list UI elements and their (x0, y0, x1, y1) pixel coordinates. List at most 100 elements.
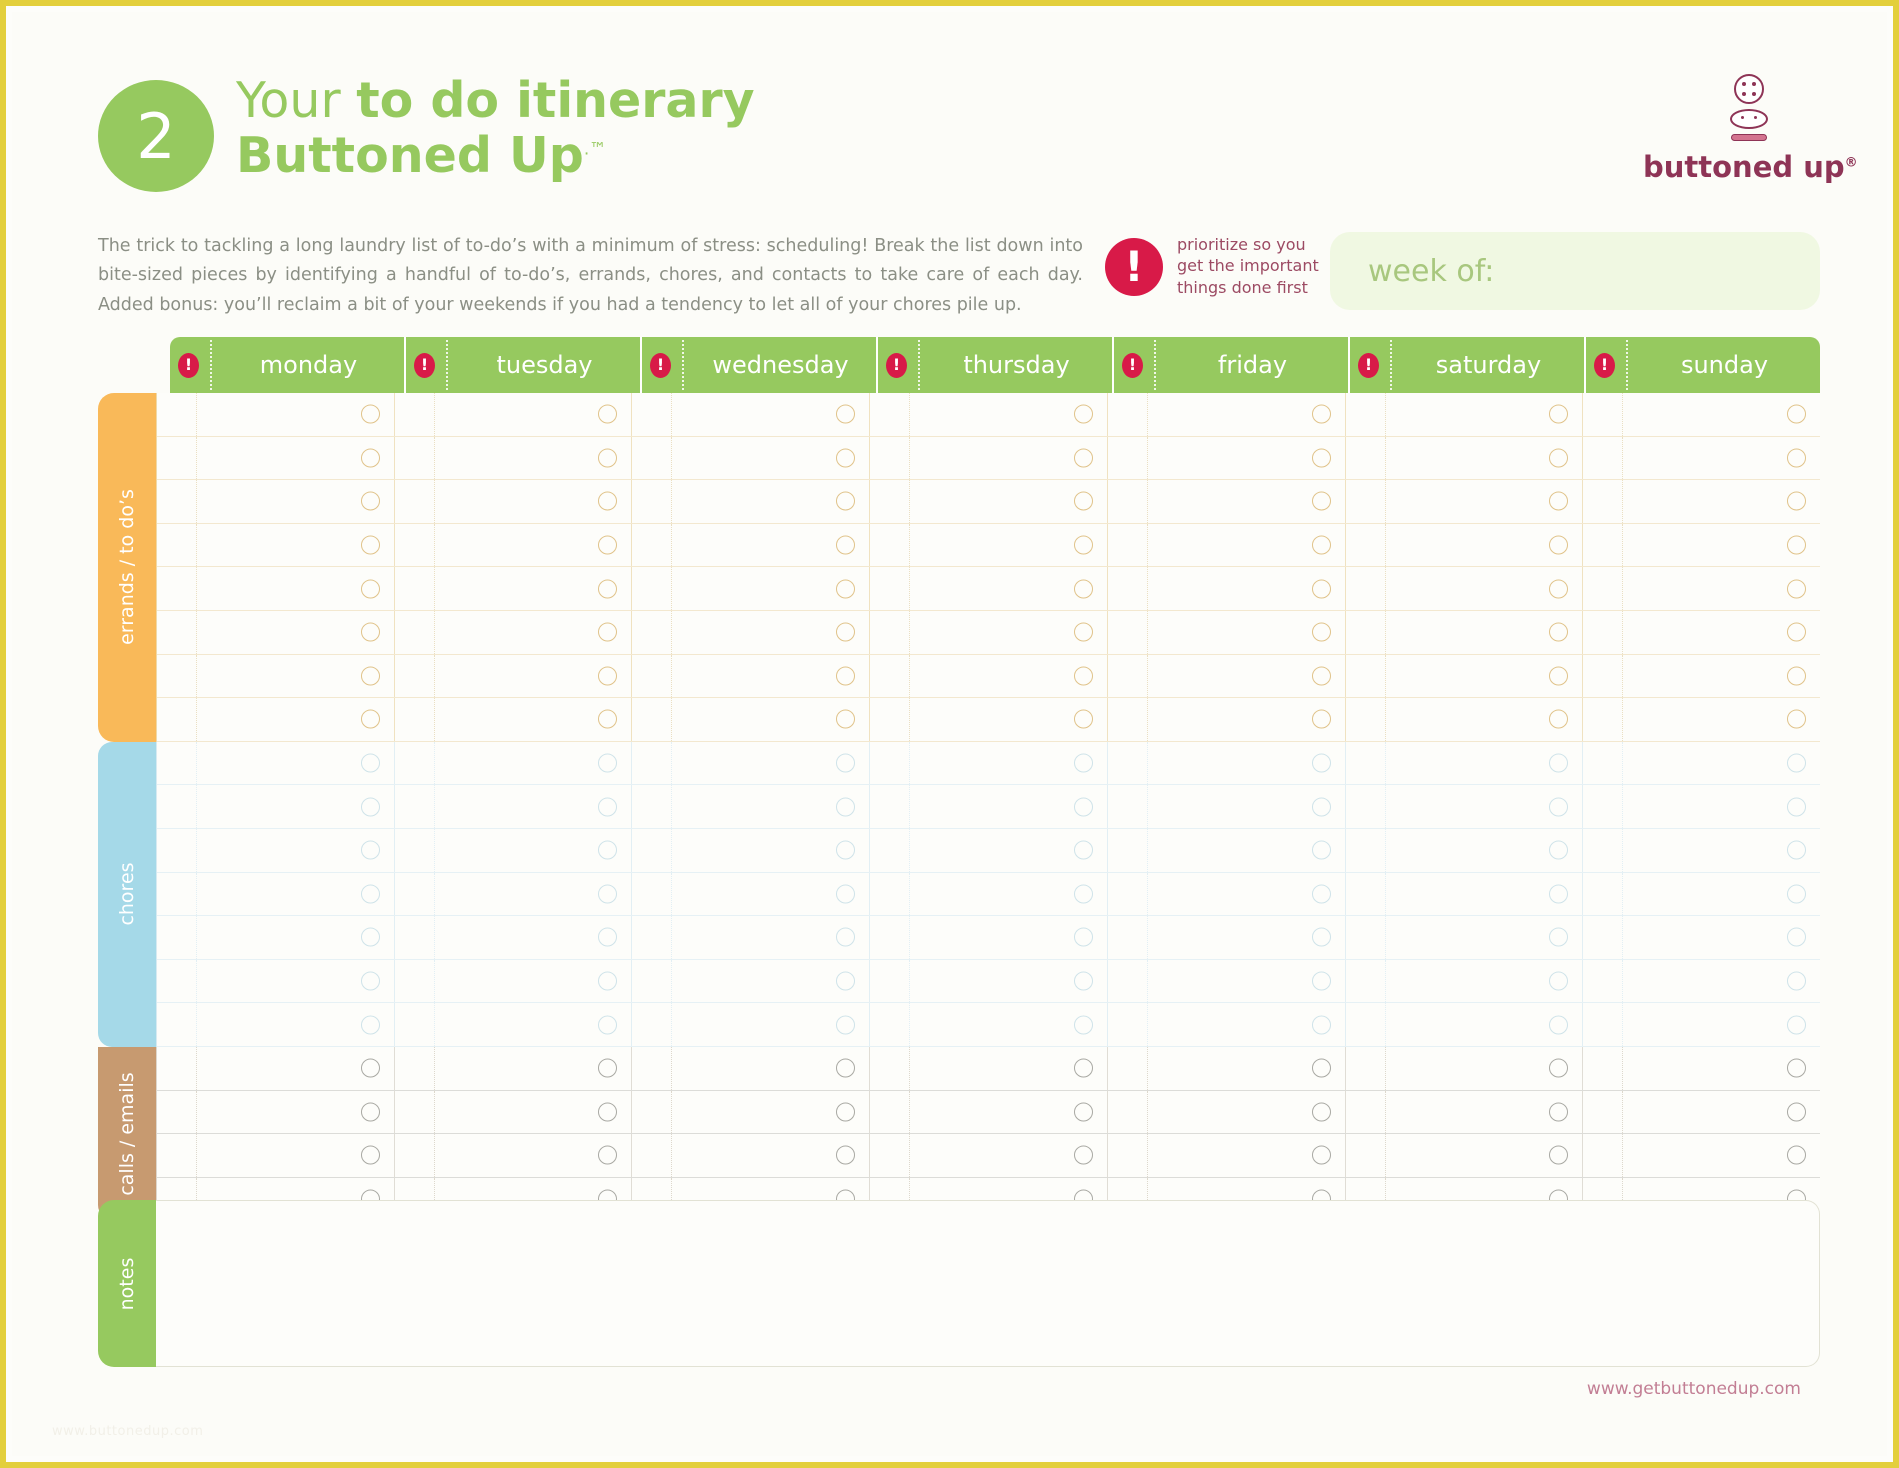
completion-circle-icon[interactable] (836, 1102, 856, 1122)
completion-circle-icon[interactable] (1311, 797, 1331, 817)
task-entry-field[interactable] (1148, 437, 1345, 480)
task-entry-field[interactable] (672, 873, 869, 916)
completion-circle-icon[interactable] (598, 535, 618, 555)
priority-checkbox-cell[interactable] (395, 1090, 435, 1134)
completion-circle-icon[interactable] (1311, 491, 1331, 511)
completion-circle-icon[interactable] (360, 448, 380, 468)
completion-circle-icon[interactable] (1073, 840, 1093, 860)
completion-circle-icon[interactable] (1549, 1058, 1569, 1078)
grid-cell-chores-thursday[interactable] (870, 959, 1108, 1003)
completion-circle-icon[interactable] (1787, 404, 1807, 424)
completion-circle-icon[interactable] (1787, 1102, 1807, 1122)
grid-cell-calls-sunday[interactable] (1583, 1046, 1820, 1090)
completion-circle-icon[interactable] (360, 797, 380, 817)
priority-checkbox-cell[interactable] (1108, 1046, 1148, 1090)
task-entry-field[interactable] (197, 393, 394, 436)
priority-checkbox-cell[interactable] (157, 785, 197, 828)
completion-circle-icon[interactable] (1311, 927, 1331, 947)
grid-cell-errands-wednesday[interactable] (632, 698, 871, 741)
grid-cell-errands-monday[interactable] (157, 436, 395, 480)
completion-circle-icon[interactable] (836, 404, 856, 424)
completion-circle-icon[interactable] (1073, 1058, 1093, 1078)
grid-cell-errands-saturday[interactable] (1346, 523, 1584, 567)
grid-cell-calls-wednesday[interactable] (632, 1090, 871, 1134)
task-entry-field[interactable] (672, 524, 869, 567)
completion-circle-icon[interactable] (598, 1102, 618, 1122)
task-entry-field[interactable] (910, 1134, 1107, 1177)
grid-cell-errands-thursday[interactable] (870, 610, 1108, 654)
task-entry-field[interactable] (1386, 480, 1583, 523)
task-entry-field[interactable] (435, 655, 632, 698)
priority-checkbox-cell[interactable] (870, 872, 911, 916)
grid-cell-errands-sunday[interactable] (1583, 393, 1820, 436)
task-entry-field[interactable] (435, 393, 632, 436)
priority-checkbox-cell[interactable] (157, 523, 197, 567)
task-entry-field[interactable] (1386, 960, 1583, 1003)
priority-checkbox-cell[interactable] (1108, 785, 1148, 828)
priority-checkbox-cell[interactable] (870, 610, 911, 654)
task-entry-field[interactable] (1623, 611, 1820, 654)
completion-circle-icon[interactable] (1311, 709, 1331, 729)
grid-cell-errands-tuesday[interactable] (395, 436, 633, 480)
grid-cell-errands-wednesday[interactable] (632, 436, 871, 480)
priority-checkbox-cell[interactable] (395, 436, 435, 480)
task-entry-field[interactable] (435, 1047, 632, 1090)
grid-cell-chores-tuesday[interactable] (395, 1003, 633, 1046)
task-entry-field[interactable] (197, 916, 394, 959)
task-entry-field[interactable] (1623, 742, 1820, 785)
grid-cell-errands-monday[interactable] (157, 393, 395, 436)
priority-checkbox-cell[interactable] (1108, 741, 1148, 785)
task-entry-field[interactable] (1148, 873, 1345, 916)
grid-cell-errands-friday[interactable] (1108, 480, 1346, 523)
completion-circle-icon[interactable] (598, 971, 618, 991)
completion-circle-icon[interactable] (360, 709, 380, 729)
task-entry-field[interactable] (1148, 567, 1345, 610)
completion-circle-icon[interactable] (1311, 1015, 1331, 1035)
completion-circle-icon[interactable] (1549, 840, 1569, 860)
task-entry-field[interactable] (1623, 916, 1820, 959)
priority-checkbox-cell[interactable] (870, 1003, 911, 1046)
task-entry-field[interactable] (1623, 785, 1820, 828)
task-entry-field[interactable] (910, 1091, 1107, 1134)
grid-cell-chores-sunday[interactable] (1583, 785, 1820, 828)
completion-circle-icon[interactable] (1311, 579, 1331, 599)
completion-circle-icon[interactable] (836, 1058, 856, 1078)
grid-cell-chores-sunday[interactable] (1583, 916, 1820, 959)
priority-checkbox-cell[interactable] (1346, 828, 1386, 872)
completion-circle-icon[interactable] (360, 1102, 380, 1122)
grid-cell-errands-monday[interactable] (157, 523, 395, 567)
priority-checkbox-cell[interactable] (395, 523, 435, 567)
task-entry-field[interactable] (197, 524, 394, 567)
week-of-field[interactable]: week of: (1330, 232, 1820, 310)
priority-checkbox-cell[interactable] (1346, 1090, 1386, 1134)
grid-cell-chores-monday[interactable] (157, 872, 395, 916)
priority-checkbox-cell[interactable] (395, 698, 435, 741)
grid-cell-errands-saturday[interactable] (1346, 610, 1584, 654)
grid-cell-errands-tuesday[interactable] (395, 567, 633, 610)
completion-circle-icon[interactable] (360, 666, 380, 686)
grid-cell-calls-wednesday[interactable] (632, 1046, 871, 1090)
completion-circle-icon[interactable] (360, 491, 380, 511)
grid-cell-chores-friday[interactable] (1108, 1003, 1346, 1046)
priority-checkbox-cell[interactable] (157, 610, 197, 654)
task-entry-field[interactable] (1148, 655, 1345, 698)
completion-circle-icon[interactable] (1073, 666, 1093, 686)
completion-circle-icon[interactable] (598, 753, 618, 773)
priority-checkbox-cell[interactable] (395, 741, 435, 785)
task-entry-field[interactable] (672, 916, 869, 959)
grid-cell-errands-saturday[interactable] (1346, 654, 1584, 698)
grid-cell-errands-tuesday[interactable] (395, 654, 633, 698)
completion-circle-icon[interactable] (598, 622, 618, 642)
priority-checkbox-cell[interactable] (632, 741, 673, 785)
grid-cell-calls-saturday[interactable] (1346, 1134, 1584, 1177)
task-entry-field[interactable] (1148, 742, 1345, 785)
completion-circle-icon[interactable] (1787, 927, 1807, 947)
task-entry-field[interactable] (1386, 829, 1583, 872)
grid-cell-errands-saturday[interactable] (1346, 480, 1584, 523)
priority-checkbox-cell[interactable] (632, 1003, 673, 1046)
grid-cell-errands-thursday[interactable] (870, 698, 1108, 741)
task-entry-field[interactable] (435, 1003, 632, 1046)
priority-checkbox-cell[interactable] (1583, 1003, 1624, 1046)
completion-circle-icon[interactable] (1787, 709, 1807, 729)
priority-checkbox-cell[interactable] (1583, 741, 1624, 785)
